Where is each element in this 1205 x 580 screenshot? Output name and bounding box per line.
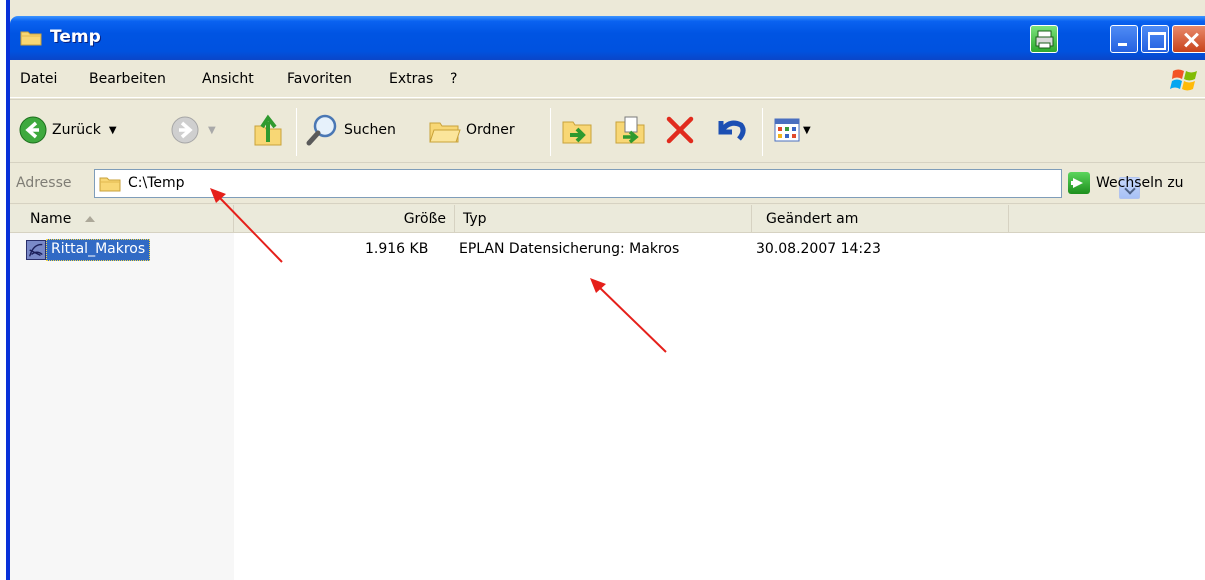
toolbar-separator <box>762 108 763 156</box>
folder-icon <box>99 177 121 192</box>
undo-icon <box>718 120 746 141</box>
column-header-size[interactable]: Größe <box>234 205 455 232</box>
search-icon <box>306 114 337 146</box>
column-header-bar: Name Größe Typ Geändert am <box>10 205 1205 233</box>
menu-bar: Datei Bearbeiten Ansicht Favoriten Extra… <box>10 60 1205 98</box>
eplan-backup-file-icon <box>26 240 46 260</box>
views-dropdown-icon[interactable]: ▼ <box>803 125 811 136</box>
file-modified: 30.08.2007 14:23 <box>756 241 881 257</box>
windows-logo-icon <box>1170 69 1197 91</box>
search-button[interactable]: Suchen <box>306 113 396 147</box>
column-header-type[interactable]: Typ <box>455 205 752 232</box>
folder-icon <box>20 31 42 46</box>
go-button[interactable]: Wechseln zu <box>1068 172 1184 194</box>
menu-bearbeiten[interactable]: Bearbeiten <box>89 71 166 87</box>
delete-icon <box>666 116 694 144</box>
column-type-label: Typ <box>463 210 487 227</box>
menu-extras[interactable]: Extras <box>389 71 433 87</box>
file-list[interactable]: Name Größe Typ Geändert am Rittal_Makros… <box>10 205 1205 580</box>
window-title: Temp <box>50 27 101 47</box>
copy-to-button[interactable] <box>613 113 647 147</box>
column-size-label: Größe <box>403 210 446 227</box>
file-size: 1.916 KB <box>365 241 429 257</box>
up-folder-button[interactable] <box>252 112 284 148</box>
forward-dropdown-icon[interactable]: ▼ <box>208 125 216 136</box>
address-value: C:\Temp <box>128 175 185 191</box>
move-to-button[interactable] <box>560 113 594 147</box>
column-name-label: Name <box>30 210 72 227</box>
printer-icon[interactable] <box>1030 25 1058 53</box>
folders-button[interactable]: Ordner <box>428 115 515 145</box>
table-row[interactable]: Rittal_Makros 1.916 KB EPLAN Datensicher… <box>10 237 1205 263</box>
folders-label: Ordner <box>466 122 515 138</box>
search-label: Suchen <box>344 122 396 138</box>
menu-help[interactable]: ? <box>450 71 457 87</box>
address-bar: Adresse C:\Temp Wechseln zu <box>10 164 1205 204</box>
maximize-button[interactable] <box>1141 25 1169 53</box>
standard-toolbar: Zurück ▼ ▼ Suchen Ordner ▼ <box>10 99 1205 163</box>
undo-button[interactable] <box>713 115 747 145</box>
forward-arrow-icon <box>171 116 199 144</box>
title-bar[interactable]: Temp <box>10 16 1205 60</box>
go-label: Wechseln zu <box>1096 175 1184 191</box>
close-button[interactable] <box>1172 25 1205 53</box>
address-label: Adresse <box>16 175 72 191</box>
minimize-button[interactable] <box>1110 25 1138 53</box>
toolbar-separator <box>550 108 551 156</box>
back-label: Zurück <box>52 122 101 138</box>
folders-icon <box>429 122 461 143</box>
column-header-modified[interactable]: Geändert am <box>752 205 1009 232</box>
sort-ascending-icon <box>85 215 96 222</box>
menu-favoriten[interactable]: Favoriten <box>287 71 352 87</box>
views-button[interactable]: ▼ <box>774 117 811 143</box>
go-arrow-icon <box>1068 172 1090 194</box>
menu-datei[interactable]: Datei <box>20 71 57 87</box>
file-type: EPLAN Datensicherung: Makros <box>459 241 680 257</box>
forward-button[interactable]: ▼ <box>170 115 216 145</box>
sorted-column-background <box>10 233 234 580</box>
back-arrow-icon <box>19 116 47 144</box>
column-header-name[interactable]: Name <box>10 205 234 232</box>
delete-button[interactable] <box>665 115 695 145</box>
back-button[interactable]: Zurück ▼ <box>18 115 117 145</box>
back-dropdown-icon[interactable]: ▼ <box>109 125 117 136</box>
toolbar-separator <box>296 108 297 156</box>
views-icon <box>774 118 800 142</box>
move-to-folder-icon <box>562 121 592 144</box>
file-name[interactable]: Rittal_Makros <box>46 239 151 261</box>
address-input[interactable]: C:\Temp <box>94 169 1140 199</box>
copy-to-folder-icon <box>615 116 645 144</box>
up-folder-icon <box>254 114 282 146</box>
menu-ansicht[interactable]: Ansicht <box>202 71 254 87</box>
column-modified-label: Geändert am <box>766 210 859 227</box>
explorer-window: Temp Datei Bearbeiten Ansicht Favoriten … <box>6 0 1205 580</box>
